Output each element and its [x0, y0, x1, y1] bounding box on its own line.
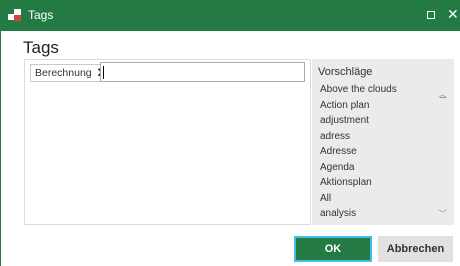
dialog-heading: Tags: [23, 38, 59, 57]
suggestion-item[interactable]: All: [320, 191, 397, 207]
suggestion-item[interactable]: adress: [320, 129, 397, 145]
window-border: [0, 31, 1, 266]
title-bar: Tags ✕: [0, 0, 460, 31]
suggestion-item[interactable]: Adresse: [320, 144, 397, 160]
suggestion-item[interactable]: adjustment: [320, 113, 397, 129]
ok-button[interactable]: OK: [294, 236, 372, 262]
tag-input[interactable]: [100, 62, 305, 82]
maximize-icon[interactable]: [427, 11, 435, 19]
scroll-down-icon[interactable]: ﹀: [438, 207, 447, 220]
app-icon: [8, 9, 22, 21]
suggestion-item[interactable]: Aktionsplan: [320, 175, 397, 191]
tag-panel[interactable]: [24, 59, 311, 225]
text-caret: [103, 66, 104, 79]
suggestion-item[interactable]: Action plan: [320, 98, 397, 114]
suggestions-header: Vorschläge: [318, 66, 373, 78]
scroll-up-icon[interactable]: ︿: [438, 87, 447, 100]
suggestions-list: Above the clouds Action plan adjustment …: [320, 82, 397, 222]
suggestion-item[interactable]: Agenda: [320, 160, 397, 176]
suggestion-item[interactable]: analysis: [320, 206, 397, 222]
close-icon[interactable]: ✕: [447, 6, 459, 22]
scrollbar-thumb[interactable]: [440, 97, 446, 98]
cancel-button[interactable]: Abbrechen: [378, 236, 453, 262]
window-title: Tags: [28, 8, 54, 22]
tag-chip-label: Berechnung: [35, 67, 92, 79]
suggestion-item[interactable]: Above the clouds: [320, 82, 397, 98]
suggestions-panel: Vorschläge Above the clouds Action plan …: [312, 59, 454, 225]
